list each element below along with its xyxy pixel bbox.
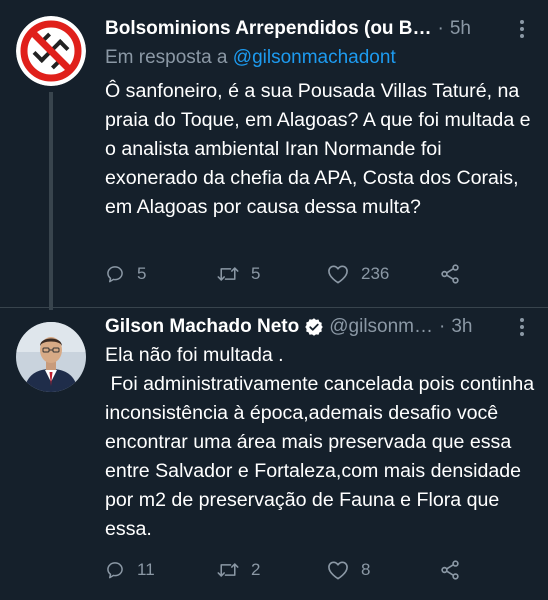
share-button[interactable] xyxy=(439,555,461,585)
like-count: 236 xyxy=(361,264,390,283)
like-count: 8 xyxy=(361,560,371,579)
tweet-actions: 11 2 8 xyxy=(105,555,532,585)
tweet-actions: 5 5 236 xyxy=(105,259,532,289)
like-button[interactable]: 236 xyxy=(327,259,389,289)
reply-mention-link[interactable]: @gilsonmachadont xyxy=(233,47,396,68)
tweet-reply-question[interactable]: Bolsominions Arrependidos (ou B… · 5h Em… xyxy=(0,0,548,310)
author-handle[interactable]: @gilsonm… xyxy=(329,316,433,338)
tweet-divider xyxy=(0,307,548,308)
tweet-text: Ô sanfoneiro, é a sua Pousada Villas Tat… xyxy=(105,80,537,218)
profile-photo-icon xyxy=(16,322,86,392)
retweet-button[interactable]: 5 xyxy=(217,259,260,289)
heart-icon xyxy=(328,265,348,284)
reply-icon xyxy=(107,266,123,283)
more-options-icon[interactable] xyxy=(512,17,532,41)
heart-icon xyxy=(328,561,348,580)
author-name[interactable]: Bolsominions Arrependidos (ou B… xyxy=(105,18,432,40)
thread-connector-line xyxy=(49,92,53,310)
tweet-header: Gilson Machado Neto @gilsonm… · 3h xyxy=(105,312,532,342)
tweet-text: Ela não foi multada . Foi administrativa… xyxy=(105,344,535,540)
like-button[interactable]: 8 xyxy=(327,555,370,585)
verified-badge-icon xyxy=(304,317,324,337)
share-button[interactable] xyxy=(439,259,461,289)
reply-prefix: Em resposta a xyxy=(105,47,228,68)
retweet-icon xyxy=(217,563,239,577)
reply-button[interactable]: 11 xyxy=(105,555,155,585)
reply-count: 5 xyxy=(137,264,147,283)
share-icon xyxy=(441,264,459,284)
tweet-time[interactable]: 3h xyxy=(451,316,472,338)
separator-dot: · xyxy=(437,18,444,39)
share-icon xyxy=(441,560,459,580)
retweet-icon xyxy=(217,267,239,281)
retweet-count: 5 xyxy=(251,264,261,283)
prohibited-swastika-icon xyxy=(16,16,86,86)
more-options-icon[interactable] xyxy=(512,315,532,339)
retweet-count: 2 xyxy=(251,560,261,579)
retweet-button[interactable]: 2 xyxy=(217,555,260,585)
tweet-header: Bolsominions Arrependidos (ou B… · 5h xyxy=(105,14,532,44)
reply-count: 11 xyxy=(137,560,155,579)
avatar[interactable] xyxy=(16,322,86,392)
reply-context: Em resposta a @gilsonmachadont xyxy=(105,47,396,69)
reply-button[interactable]: 5 xyxy=(105,259,146,289)
tweet-response[interactable]: Gilson Machado Neto @gilsonm… · 3h Ela n… xyxy=(0,307,548,600)
avatar[interactable] xyxy=(16,16,86,86)
author-name[interactable]: Gilson Machado Neto xyxy=(105,316,299,338)
tweet-time[interactable]: 5h xyxy=(450,18,471,40)
reply-icon xyxy=(107,562,123,579)
separator-dot: · xyxy=(439,316,446,337)
